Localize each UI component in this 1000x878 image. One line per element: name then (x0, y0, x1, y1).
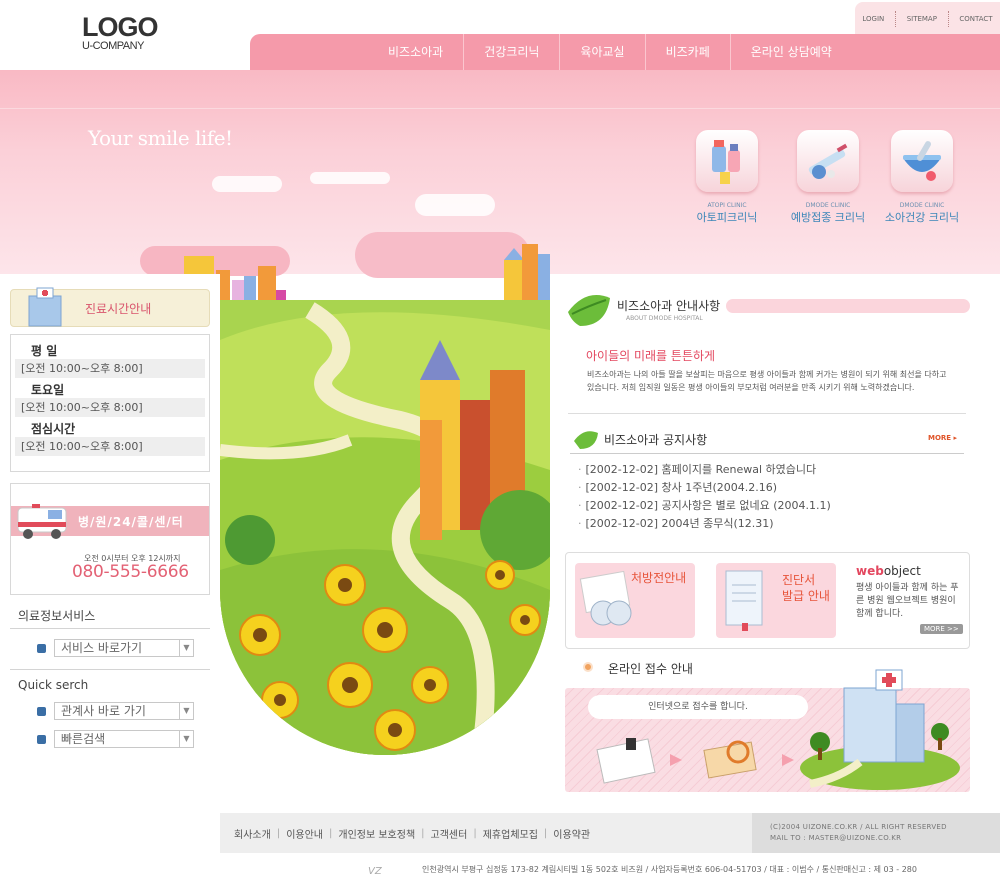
hero-tagline: Your smile life! (88, 126, 233, 150)
certificate-label-1: 진단서 (782, 573, 816, 587)
affiliate-shortcut-select[interactable]: 관계사 바로 가기 ▼ (54, 702, 194, 720)
contact-link[interactable]: CONTACT (955, 15, 996, 23)
footer-link[interactable]: 이용안내 (286, 826, 323, 841)
about-text: 비즈소아과는 나의 아들 딸을 보살피는 마음으로 평생 아이들과 함께 커가는… (587, 370, 947, 392)
bullet-icon (37, 735, 46, 744)
login-link[interactable]: LOGIN (858, 15, 888, 23)
logo-text: LOGO (82, 12, 159, 42)
hours-value: [오전 10:00~오후 8:00] (15, 398, 205, 417)
quick-search-select[interactable]: 빠른검색 ▼ (54, 730, 194, 748)
chevron-down-icon[interactable]: ▼ (179, 731, 193, 747)
title-bar-decoration (726, 299, 970, 313)
sitemap-link[interactable]: SITEMAP (903, 15, 941, 23)
hours-value: [오전 10:00~오후 8:00] (15, 437, 205, 456)
clinic-child-health[interactable]: DMODE CLINIC 소아건강 크리닉 (885, 130, 959, 225)
hours-label: 점심시간 (31, 422, 76, 436)
footer-link[interactable]: 회사소개 (234, 826, 271, 841)
notice-item[interactable]: · [2002-12-02] 공지사항은 별로 없네요 (2004.1.1) (578, 497, 958, 515)
about-subtitle: ABOUT DMODE HOSPITAL (626, 315, 703, 322)
footer-copyright: (C)2004 UIZONE.CO.KR / ALL RIGHT RESERVE… (752, 813, 1000, 853)
footer-link[interactable]: 제휴업체모집 (483, 826, 538, 841)
certificate-label-2: 발급 안내 (782, 589, 830, 603)
select-value: 빠른검색 (61, 732, 106, 746)
notice-list: · [2002-12-02] 홈페이지를 Renewal 하였습니다 · [2002… (578, 461, 958, 533)
hours-label: 평 일 (31, 344, 58, 358)
prescription-label: 처방전안내 (631, 571, 687, 585)
clinic-ko-label: 예방접종 크리닉 (790, 211, 866, 224)
prescription-icon (579, 570, 632, 626)
notice-item[interactable]: · [2002-12-02] 창사 1주년(2004.2.16) (578, 479, 958, 497)
nav-item-parenting[interactable]: 육아교실 (559, 34, 644, 70)
service-shortcut-select[interactable]: 서비스 바로가기 ▼ (54, 639, 194, 657)
clinic-ko-label: 소아건강 크리닉 (884, 211, 960, 224)
cloud-decoration (212, 176, 282, 192)
chevron-down-icon[interactable]: ▼ (179, 703, 193, 719)
notice-more-button[interactable]: MORE ▸ (928, 434, 957, 442)
select-value: 관계사 바로 가기 (61, 704, 146, 718)
bullet-icon (37, 707, 46, 716)
clinic-ko-label: 아토피크리닉 (696, 211, 758, 224)
footer-link[interactable]: 이용약관 (553, 826, 590, 841)
select-value: 서비스 바로가기 (61, 641, 143, 655)
clinic-en-label: ATOPI CLINIC (707, 202, 747, 209)
certificate-info-button[interactable]: 진단서 발급 안내 (716, 563, 836, 638)
prescription-info-button[interactable]: 처방전안내 (575, 563, 695, 638)
footer-logo-mark: VZ (368, 866, 382, 877)
cloud-decoration (415, 194, 495, 216)
hours-value: [오전 10:00~오후 8:00] (15, 359, 205, 378)
notice-item[interactable]: · [2002-12-02] 홈페이지를 Renewal 하였습니다 (578, 461, 958, 479)
nav-item-biz-pediatrics[interactable]: 비즈소아과 (368, 34, 463, 70)
nav-item-cafe[interactable]: 비즈카페 (644, 34, 730, 70)
reception-steps-illustration (596, 738, 794, 784)
webobject-text: 평생 아이들과 함께 하는 푸른 병원 웹오브젝트 병원이 함께 합니다. (856, 583, 959, 619)
main-nav: 비즈소아과 건강크리닉 육아교실 비즈카페 온라인 상담예약 (250, 34, 1000, 70)
syringe-icon (797, 130, 859, 192)
utility-nav: LOGIN SITEMAP CONTACT (855, 2, 1000, 36)
notice-title: 비즈소아과 공지사항 (604, 433, 708, 447)
emergency-title: 병/원/24/콜/센/터 (78, 515, 184, 529)
emergency-phone: 080-555-6666 (72, 562, 189, 582)
mortar-bowl-icon (891, 130, 953, 192)
bullet-icon (583, 662, 593, 672)
chevron-down-icon[interactable]: ▼ (179, 640, 193, 656)
notice-item[interactable]: · [2002-12-02] 2004년 종무식(12.31) (578, 515, 958, 533)
cloud-decoration (310, 172, 390, 184)
medicine-bottles-icon (696, 130, 758, 192)
city-illustration (504, 244, 550, 302)
leaf-icon (568, 295, 610, 326)
hours-label: 토요일 (31, 383, 65, 397)
clinic-en-label: DMODE CLINIC (899, 202, 945, 209)
logo-subtext: U-COMPANY (82, 40, 144, 52)
online-reception-title: 온라인 접수 안내 (608, 662, 693, 676)
speech-bubble: 인터넷으로 접수를 합니다. (588, 695, 808, 719)
document-icon (725, 570, 763, 631)
hospital-building-illustration (800, 669, 960, 790)
about-headline: 아이들의 미래를 튼튼하게 (586, 349, 716, 363)
footer-link[interactable]: 고객센터 (431, 826, 468, 841)
hospital-icon (28, 287, 62, 327)
webobject-brand: webobject (856, 564, 921, 578)
logo[interactable]: LOGO U-COMPANY (82, 12, 159, 53)
hours-panel: 평 일 [오전 10:00~오후 8:00] 토요일 [오전 10:00~오후 … (10, 334, 210, 472)
footer-link[interactable]: 개인정보 보호정책 (338, 826, 415, 841)
hours-header: 진료시간안내 (10, 287, 210, 327)
bullet-icon (37, 644, 46, 653)
webobject-more-button[interactable]: MORE >> (920, 624, 963, 634)
leaf-icon (574, 431, 598, 449)
clinic-en-label: DMODE CLINIC (805, 202, 851, 209)
footer-address: 인천광역시 부평구 십정동 173-82 계림시티빌 1동 502호 비즈원 /… (422, 865, 917, 874)
clinic-vaccination[interactable]: DMODE CLINIC 예방접종 크리닉 (791, 130, 865, 225)
info-service-title: 의료정보서비스 (18, 609, 96, 623)
ambulance-icon (17, 504, 67, 539)
nav-item-health-clinic[interactable]: 건강크리닉 (463, 34, 559, 70)
nav-item-online-booking[interactable]: 온라인 상담예약 (729, 34, 852, 70)
about-title: 비즈소아과 안내사항 (617, 299, 721, 313)
hours-title: 진료시간안내 (85, 302, 152, 316)
quick-search-title: Quick serch (18, 678, 89, 692)
clinic-atopy[interactable]: ATOPI CLINIC 아토피크리닉 (694, 130, 760, 225)
landscape-illustration (220, 300, 550, 755)
